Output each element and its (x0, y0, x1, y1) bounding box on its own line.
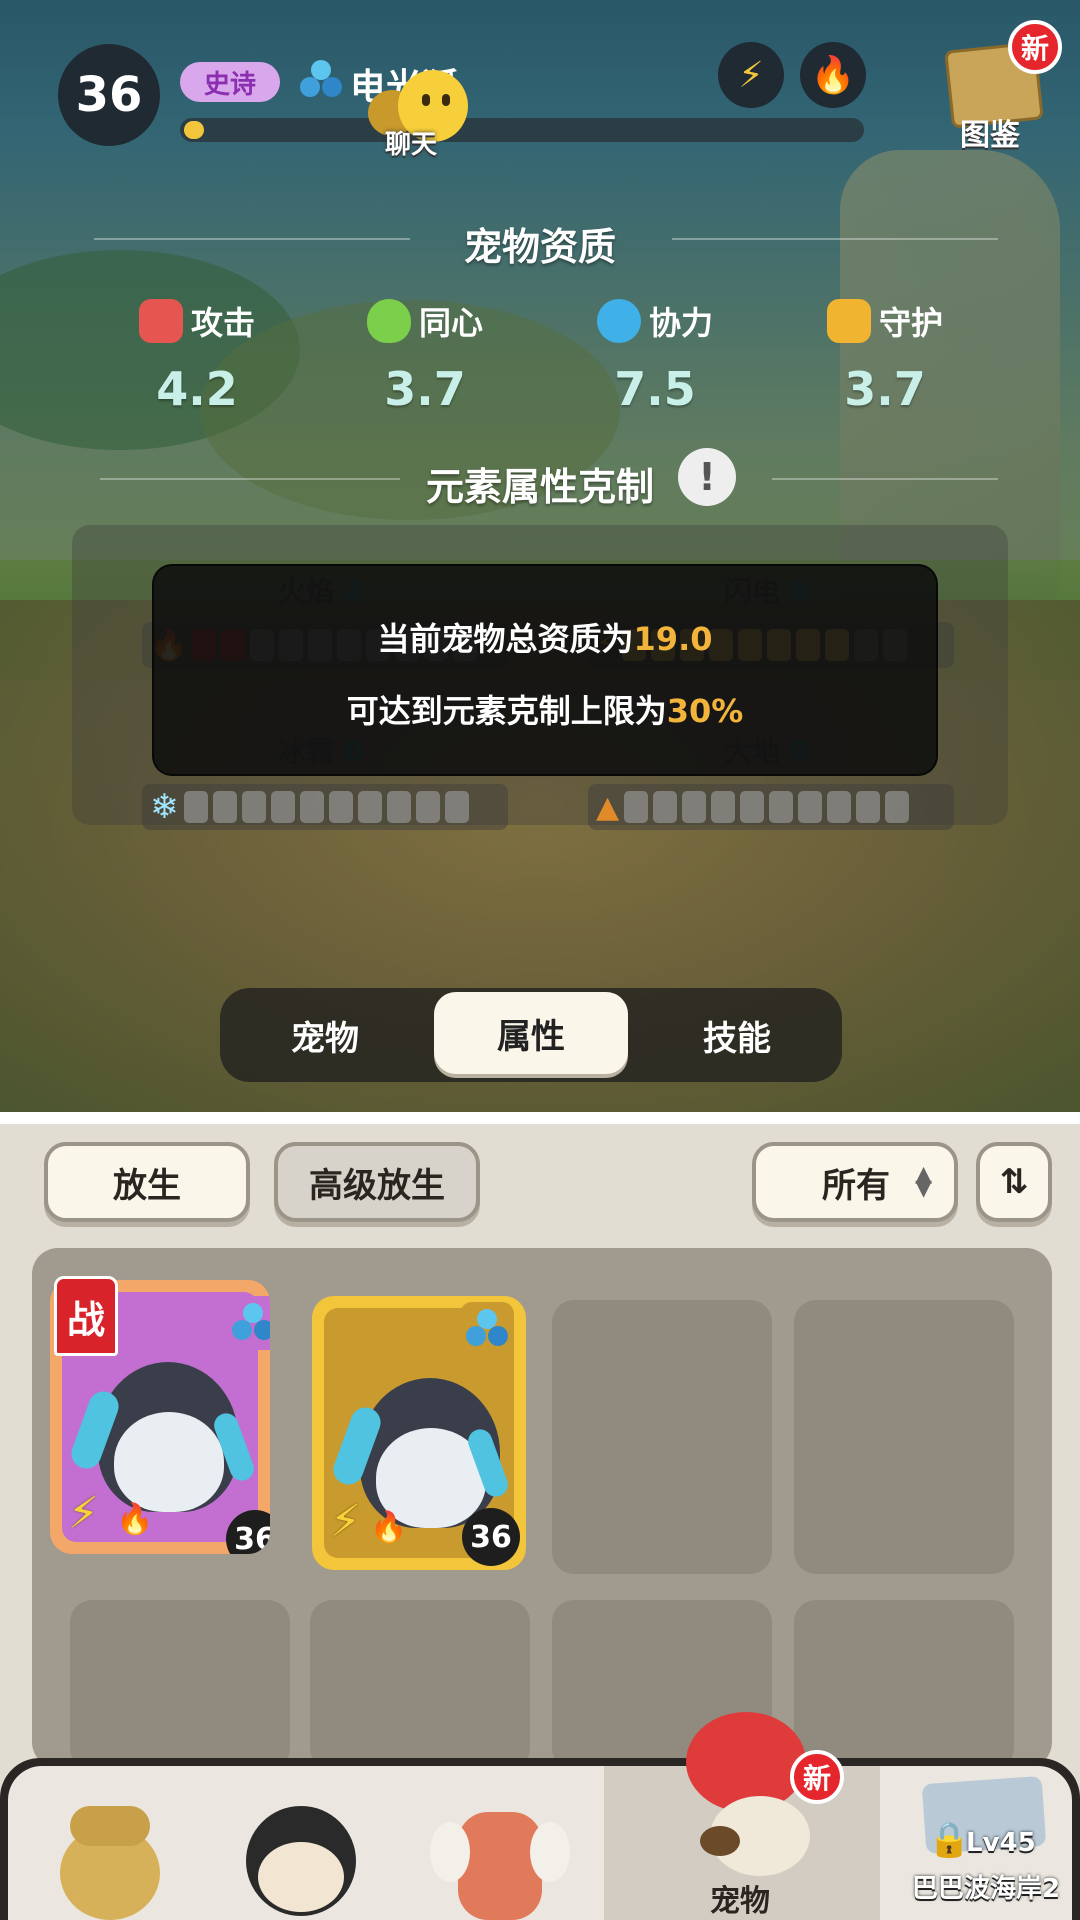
nav-character-a[interactable] (40, 1796, 170, 1920)
guard-icon (826, 299, 871, 343)
stat-value: 4.2 (156, 362, 238, 416)
element-segment (624, 791, 649, 823)
aptitude-title: 宠物资质 (463, 225, 616, 269)
element-segment (328, 791, 353, 823)
view-tabs: 宠物 属性 技能 (220, 988, 842, 1082)
battle-tag: 战 (54, 1276, 118, 1356)
element-segment (885, 791, 910, 823)
new-badge: 新 (1008, 20, 1062, 74)
element-segment (415, 791, 440, 823)
info-icon[interactable]: ! (678, 448, 736, 506)
element-segment (299, 791, 324, 823)
locked-level: Lv45 (966, 1828, 1036, 1858)
filter-dropdown[interactable]: 所有 ▲ ▼ (752, 1142, 958, 1222)
nav-locked-area[interactable]: 🔒 Lv45 巴巴波海岸2 (900, 1770, 1072, 1920)
divider-right (772, 478, 998, 480)
advanced-release-button[interactable]: 高级放生 (274, 1142, 480, 1222)
element-segment (212, 791, 237, 823)
pet-card[interactable]: ⚡ 🔥 36 (312, 1296, 526, 1570)
stat-value: 3.7 (844, 362, 926, 416)
element-title: 元素属性克制 (425, 465, 654, 509)
lock-icon: 🔒 (928, 1820, 971, 1860)
tooltip-line-1: 当前宠物总资质为19.0 (377, 620, 713, 658)
chat-label: 聊天 (385, 130, 438, 160)
lightning-icon: ⚡ (68, 1488, 99, 1539)
element-segment (653, 791, 678, 823)
element-segment (769, 791, 794, 823)
heart-icon (366, 299, 411, 343)
aptitude-tooltip: 当前宠物总资质为19.0 可达到元素克制上限为30% (152, 564, 938, 776)
fire-icon: 🔥 (116, 1502, 154, 1537)
tab-attributes[interactable]: 属性 (434, 992, 628, 1074)
element-segment (798, 791, 823, 823)
stat-attack: 攻击 4.2 (82, 298, 312, 416)
stat-label: 守护 (878, 304, 943, 342)
tab-pet[interactable]: 宠物 (220, 988, 430, 1082)
tab-skills[interactable]: 技能 (632, 988, 842, 1082)
stat-label: 协力 (648, 304, 713, 342)
element-segment (711, 791, 736, 823)
filter-value: 所有 (822, 1165, 890, 1206)
divider-left (94, 238, 410, 240)
element-segment (270, 791, 295, 823)
lightning-element-button[interactable]: ⚡ (718, 42, 784, 108)
fire-icon: 🔥 (370, 1510, 408, 1545)
sort-button[interactable]: ⇅ (976, 1142, 1052, 1222)
cooperation-icon (596, 299, 641, 343)
panel-edge (0, 1112, 1080, 1124)
empty-slot[interactable] (70, 1600, 290, 1770)
nav-character-c[interactable] (430, 1792, 570, 1920)
xp-bar-fill (184, 121, 204, 139)
atlas-label: 图鉴 (960, 118, 1020, 153)
element-earth-bar: ▲ (588, 784, 954, 830)
snowflake-icon: ❄ (150, 787, 179, 827)
cooperation-icon (226, 1296, 270, 1350)
cooperation-icon (460, 1302, 514, 1356)
pet-level-badge: 36 (462, 1508, 520, 1566)
stat-label: 同心 (418, 304, 483, 342)
element-segment (241, 791, 266, 823)
element-segment (740, 791, 765, 823)
divider-right (672, 238, 998, 240)
rarity-badge: 史诗 (180, 62, 280, 102)
pet-level: 36 (58, 44, 160, 146)
element-segment (183, 791, 208, 823)
element-segment (856, 791, 881, 823)
xp-bar (180, 118, 864, 142)
element-segment (444, 791, 469, 823)
empty-slot[interactable] (552, 1300, 772, 1574)
divider-left (100, 478, 400, 480)
element-segment (386, 791, 411, 823)
sort-icon: ⇅ (999, 1162, 1029, 1202)
nav-pet-label: 宠物 (710, 1884, 770, 1919)
fire-icon: 🔥 (810, 55, 856, 96)
stat-label: 攻击 (190, 304, 255, 342)
attack-icon (138, 299, 183, 343)
lightning-icon: ⚡ (738, 54, 764, 96)
nav-new-badge: 新 (790, 1750, 844, 1804)
sort-arrows-icon: ▲ ▼ (915, 1162, 932, 1201)
release-button[interactable]: 放生 (44, 1142, 250, 1222)
stat-cooperation: 协力 7.5 (540, 298, 770, 416)
element-segment (682, 791, 707, 823)
lightning-icon: ⚡ (330, 1496, 361, 1547)
tooltip-line-2: 可达到元素克制上限为30% (346, 692, 744, 730)
mountain-icon: ▲ (596, 789, 620, 825)
element-frost-bar: ❄ (142, 784, 508, 830)
empty-slot[interactable] (310, 1600, 530, 1770)
element-segment (827, 791, 852, 823)
empty-slot[interactable] (794, 1300, 1014, 1574)
element-segment (357, 791, 382, 823)
fire-element-button[interactable]: 🔥 (800, 42, 866, 108)
stat-guard: 守护 3.7 (770, 298, 1000, 416)
cooperation-icon (298, 56, 344, 102)
stat-heart: 同心 3.7 (310, 298, 540, 416)
locked-area-name: 巴巴波海岸2 (911, 1874, 1061, 1904)
nav-character-b[interactable] (236, 1786, 366, 1920)
stat-value: 3.7 (384, 362, 466, 416)
stat-value: 7.5 (614, 362, 696, 416)
